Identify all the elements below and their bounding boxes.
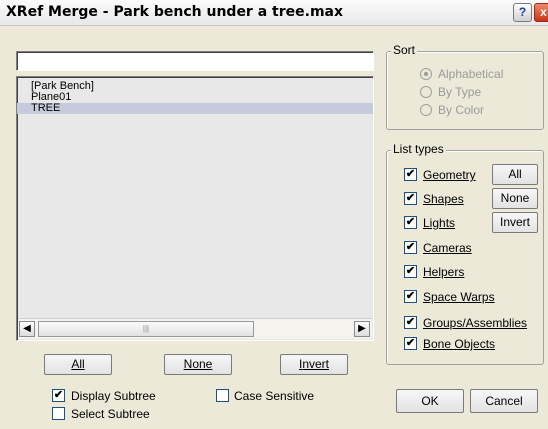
select-none-button[interactable]: None bbox=[164, 354, 232, 375]
ok-button[interactable]: OK bbox=[396, 389, 464, 413]
lights-checkbox[interactable]: ✔ bbox=[404, 216, 417, 229]
select-subtree-label: Select Subtree bbox=[71, 407, 150, 421]
display-subtree-checkbox[interactable]: ✔ bbox=[52, 389, 65, 402]
helpers-checkbox[interactable]: ✔ bbox=[404, 265, 417, 278]
scroll-left-icon[interactable]: ◀ bbox=[19, 321, 35, 337]
bone-objects-label: Bone Objects bbox=[423, 337, 496, 351]
shapes-label: Shapes bbox=[423, 192, 464, 206]
object-list[interactable]: [Park Bench] Plane01 TREE bbox=[16, 76, 374, 341]
geometry-label: Geometry bbox=[423, 168, 476, 182]
display-subtree-label: Display Subtree bbox=[71, 389, 156, 403]
sort-by-color-label: By Color bbox=[438, 103, 485, 117]
sort-alphabetical-label: Alphabetical bbox=[438, 67, 504, 81]
list-types-all-button[interactable]: All bbox=[492, 164, 538, 185]
geometry-checkbox[interactable]: ✔ bbox=[404, 168, 417, 181]
close-icon[interactable]: x bbox=[534, 3, 548, 22]
select-all-button[interactable]: All bbox=[44, 354, 112, 375]
list-item-tree[interactable]: TREE bbox=[17, 103, 373, 114]
helpers-label: Helpers bbox=[423, 265, 465, 279]
select-subtree-checkbox[interactable] bbox=[52, 407, 65, 420]
sort-by-type-radio[interactable] bbox=[420, 86, 432, 98]
horizontal-scrollbar[interactable]: ◀ ||| ▶ bbox=[18, 318, 372, 339]
select-invert-button[interactable]: Invert bbox=[280, 354, 348, 375]
scroll-right-icon[interactable]: ▶ bbox=[354, 321, 370, 337]
sort-group-title: Sort bbox=[391, 43, 418, 57]
sort-by-type-label: By Type bbox=[438, 85, 482, 99]
lights-label: Lights bbox=[423, 216, 456, 230]
bone-objects-checkbox[interactable]: ✔ bbox=[404, 337, 417, 350]
window-title: XRef Merge - Park bench under a tree.max bbox=[6, 4, 344, 20]
shapes-checkbox[interactable]: ✔ bbox=[404, 192, 417, 205]
case-sensitive-checkbox[interactable] bbox=[216, 389, 229, 402]
filter-input[interactable] bbox=[16, 51, 374, 71]
cancel-button[interactable]: Cancel bbox=[470, 389, 538, 413]
groups-assemblies-checkbox[interactable]: ✔ bbox=[404, 316, 417, 329]
list-types-group-title: List types bbox=[391, 142, 446, 156]
list-types-invert-button[interactable]: Invert bbox=[492, 212, 538, 233]
list-item-plane01[interactable]: Plane01 bbox=[17, 92, 373, 103]
select-all-label: All bbox=[71, 357, 85, 371]
sort-by-color-radio[interactable] bbox=[420, 104, 432, 116]
list-types-none-button[interactable]: None bbox=[492, 188, 538, 209]
sort-alphabetical-radio[interactable] bbox=[420, 68, 432, 80]
cameras-label: Cameras bbox=[423, 241, 472, 255]
scroll-thumb[interactable]: ||| bbox=[38, 321, 254, 337]
groups-assemblies-label: Groups/Assemblies bbox=[423, 316, 528, 330]
cameras-checkbox[interactable]: ✔ bbox=[404, 241, 417, 254]
space-warps-label: Space Warps bbox=[423, 290, 495, 304]
select-invert-label: Invert bbox=[298, 357, 329, 371]
space-warps-checkbox[interactable]: ✔ bbox=[404, 290, 417, 303]
case-sensitive-label: Case Sensitive bbox=[234, 389, 315, 403]
help-icon[interactable]: ? bbox=[513, 3, 532, 22]
select-none-label: None bbox=[183, 357, 213, 371]
